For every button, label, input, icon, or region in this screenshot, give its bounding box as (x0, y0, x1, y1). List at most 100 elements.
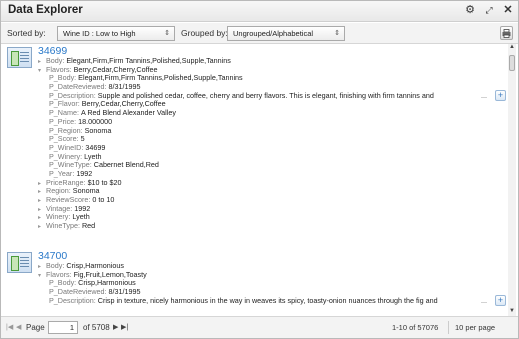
field-value: Crisp in texture, nicely harmonious in t… (97, 296, 438, 305)
field-winery: ▸ Winery: Lyeth (38, 213, 508, 222)
scrollbar-thumb[interactable] (509, 55, 515, 71)
field-label: Winery: (46, 212, 71, 222)
field-label: P_DateReviewed: (49, 287, 107, 297)
sort-select-value: Wine ID : Low to High (63, 29, 136, 38)
group-select[interactable]: Ungrouped/Alphabetical ⇕ (227, 26, 345, 41)
expand-icon[interactable]: ⤢ (483, 4, 495, 17)
field-label: P_Body: (49, 278, 77, 288)
divider (448, 321, 449, 334)
field-label: P_Year: (49, 168, 75, 178)
field-value: Berry,Cedar,Cherry,Coffee (81, 99, 166, 109)
field-label: P_Name: (49, 108, 79, 118)
subfield-row: P_Score: 5 (49, 134, 508, 144)
title-bar: Data Explorer ⚙ ⤢ ✕ (1, 1, 518, 22)
expand-description-button[interactable]: + (495, 294, 506, 306)
field-label: P_Score: (49, 134, 79, 144)
field-value: 1992 (74, 203, 91, 213)
field-label: WineType: (46, 221, 80, 231)
document-icon (7, 47, 32, 68)
record-item[interactable]: 34700 ▸ Body: Crisp,Harmonious ▾ Flavors: … (2, 249, 508, 306)
group-select-value: Ungrouped/Alphabetical (233, 29, 314, 38)
subfield-row: P_WineID: 34699 (49, 142, 508, 153)
gear-icon[interactable]: ⚙ (464, 4, 476, 17)
subfield-group: P_Body: Crisp,Harmonious P_DateReviewed:… (38, 278, 508, 306)
record-range: 1-10 of 57076 (392, 323, 439, 332)
field-vintage: ▸ Vintage: 1992 (38, 203, 508, 214)
per-page-label: 10 per page (455, 323, 496, 332)
field-value: A Red Blend Alexander Valley (80, 108, 176, 118)
subfield-group: P_Body: Elegant,Firm,Firm Tannins,Polish… (38, 74, 508, 178)
close-icon[interactable]: ✕ (502, 4, 514, 17)
field-value: $10 to $20 (87, 177, 122, 187)
field-value: 5 (80, 134, 85, 144)
scroll-down-icon[interactable]: ▼ (508, 308, 516, 316)
first-page-icon[interactable]: |◀ (6, 323, 13, 331)
records-list: 34699 ▸ Body: Elegant,Firm,Firm Tannins,P… (2, 44, 508, 316)
field-value: Berry,Cedar,Cherry,Coffee (73, 64, 158, 74)
field-label: P_Description: (49, 90, 96, 100)
field-review-score: ▸ ReviewScore: 0 to 10 (38, 195, 508, 205)
subfield-row: P_Name: A Red Blend Alexander Valley (49, 108, 508, 118)
field-label: P_DateReviewed: (49, 82, 107, 92)
next-page-icon[interactable]: ▶ (113, 323, 118, 331)
field-value: Crisp,Harmonious (78, 278, 136, 288)
field-value: 18.000000 (78, 116, 113, 126)
field-value: Cabernet Blend,Red (93, 160, 159, 170)
field-value: Lyeth (72, 212, 90, 222)
field-label: PriceRange: (46, 177, 86, 187)
field-value: Sonoma (84, 125, 112, 135)
expand-arrow-icon[interactable]: ▸ (38, 223, 44, 232)
subfield-row: P_WineType: Cabernet Blend,Red (49, 160, 508, 170)
field-value: 0 to 10 (92, 195, 115, 204)
field-value: Sonoma (72, 186, 100, 196)
page-count: of 5708 (83, 323, 110, 332)
field-value: Crisp,Harmonious (66, 261, 124, 270)
field-value: Lyeth (84, 151, 102, 161)
subfield-row: P_Region: Sonoma (49, 125, 508, 136)
field-value: 8/31/1995 (108, 287, 141, 297)
toolbar: Sorted by: Wine ID : Low to High ⇕ Group… (1, 23, 518, 44)
printer-icon (502, 29, 511, 38)
last-page-icon[interactable]: ▶| (121, 323, 128, 331)
field-label: P_WineType: (49, 160, 92, 170)
sort-select[interactable]: Wine ID : Low to High ⇕ (57, 26, 175, 41)
field-label: Body: (46, 56, 65, 65)
collapse-arrow-icon[interactable]: ▾ (38, 67, 44, 76)
print-button[interactable] (500, 26, 513, 40)
field-label: P_Winery: (49, 151, 83, 161)
ellipsis: ... (481, 90, 487, 100)
field-value: Fig,Fruit,Lemon,Toasty (73, 269, 147, 279)
field-label: P_Price: (49, 116, 77, 126)
sorted-by-label: Sorted by: (7, 28, 46, 38)
field-label: ReviewScore: (46, 195, 91, 204)
field-value: 34699 (85, 142, 106, 152)
chevron-updown-icon: ⇕ (164, 30, 170, 37)
page-number-input[interactable]: 1 (48, 321, 78, 334)
field-label: P_Flavor: (49, 99, 80, 109)
field-wine-type: ▸ WineType: Red (38, 221, 508, 232)
grouped-by-label: Grouped by: (181, 28, 228, 38)
scroll-up-icon[interactable]: ▲ (508, 44, 516, 52)
field-value: 8/31/1995 (108, 82, 141, 92)
pagination-bar: |◀ ◀ Page 1 of 5708 ▶ ▶| 1-10 of 57076 1… (1, 316, 518, 338)
previous-page-icon[interactable]: ◀ (16, 323, 21, 331)
data-explorer-window: Data Explorer ⚙ ⤢ ✕ Sorted by: Wine ID :… (0, 0, 519, 339)
field-value: Elegant,Firm,Firm Tannins,Polished,Suppl… (78, 73, 243, 83)
subfield-row: P_Price: 18.000000 (49, 116, 508, 127)
subfield-row: P_DateReviewed: 8/31/1995 (49, 82, 508, 92)
subfield-row: P_DateReviewed: 8/31/1995 (49, 287, 508, 297)
record-item[interactable]: 34699 ▸ Body: Elegant,Firm,Firm Tannins,P… (2, 44, 508, 249)
chevron-updown-icon: ⇕ (334, 30, 340, 37)
field-label: Vintage: (46, 203, 73, 213)
field-label: Body: (46, 261, 65, 270)
expand-description-button[interactable]: + (495, 89, 506, 101)
document-icon (7, 252, 32, 273)
field-price-range: ▸ PriceRange: $10 to $20 (38, 177, 508, 188)
field-label: P_WineID: (49, 142, 84, 152)
page-label: Page (26, 323, 45, 332)
field-value: 1992 (76, 168, 93, 178)
ellipsis: ... (481, 295, 487, 305)
collapse-arrow-icon[interactable]: ▾ (38, 272, 44, 281)
field-label: P_Body: (49, 73, 77, 83)
vertical-scrollbar[interactable]: ▲ ▼ (508, 44, 516, 316)
